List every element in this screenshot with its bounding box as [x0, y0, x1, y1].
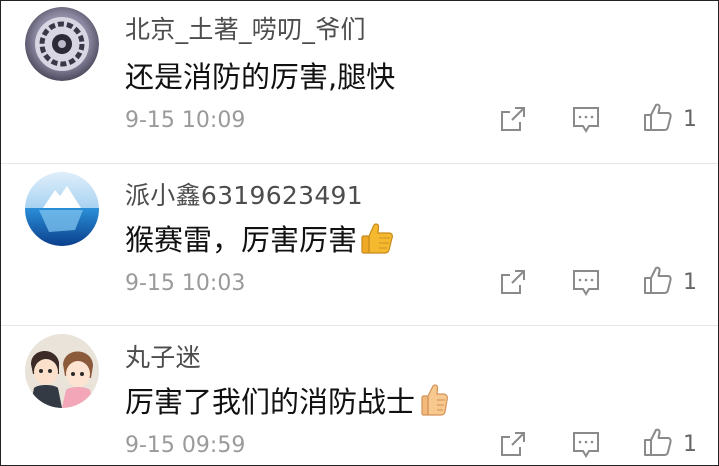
- comment-username[interactable]: 派小鑫6319623491: [125, 176, 363, 212]
- comment-text-body: 还是消防的厉害,腿快: [125, 60, 396, 94]
- comment-text-body: 猴赛雷，厉害厉害: [125, 223, 358, 257]
- comment-reply-icon: [573, 432, 599, 458]
- like-button[interactable]: [642, 264, 674, 296]
- comment-list: 北京_土著_唠叨_爷们 还是消防的厉害,腿快 9-15 10:09 1 派小鑫6…: [0, 0, 719, 466]
- cartoon-couple-avatar-icon[interactable]: [25, 334, 99, 408]
- reply-button[interactable]: [572, 268, 600, 298]
- share-icon: [501, 432, 525, 456]
- comment-username[interactable]: 北京_土著_唠叨_爷们: [125, 10, 366, 46]
- share-icon: [501, 107, 525, 131]
- like-count: 1: [683, 107, 697, 132]
- thumbs-up-icon: [644, 428, 672, 456]
- share-icon: [501, 270, 525, 294]
- comment-timestamp: 9-15 10:03: [125, 271, 246, 296]
- iceberg-avatar-icon[interactable]: [25, 172, 99, 246]
- comment-item: 派小鑫6319623491 猴赛雷，厉害厉害 9-15 10:03 1: [1, 163, 718, 326]
- gear-ring-avatar-icon[interactable]: [25, 7, 99, 81]
- thumbs-up-icon: [644, 266, 672, 294]
- comment-reply-icon: [573, 270, 599, 296]
- comment-item: 北京_土著_唠叨_爷们 还是消防的厉害,腿快 9-15 10:09 1: [1, 1, 718, 163]
- comment-text: 厉害了我们的消防战士: [125, 379, 453, 421]
- comment-text: 还是消防的厉害,腿快: [125, 54, 395, 96]
- comment-text: 猴赛雷，厉害厉害: [125, 217, 395, 259]
- like-button[interactable]: [642, 101, 674, 133]
- thumbs-up-emoji: [361, 223, 393, 254]
- comment-item: 丸子迷 厉害了我们的消防战士 9-15 09:59 1: [1, 325, 718, 465]
- comment-text-body: 厉害了我们的消防战士: [125, 385, 416, 419]
- comment-reply-icon: [573, 107, 599, 133]
- comment-timestamp: 9-15 09:59: [125, 433, 246, 458]
- like-count: 1: [683, 270, 697, 295]
- share-button[interactable]: [499, 105, 527, 133]
- like-count: 1: [683, 432, 697, 457]
- comment-timestamp: 9-15 10:09: [125, 108, 246, 133]
- comment-username[interactable]: 丸子迷: [125, 338, 201, 374]
- thumbs-up-emoji: [421, 384, 448, 416]
- share-button[interactable]: [499, 268, 527, 296]
- share-button[interactable]: [499, 430, 527, 458]
- reply-button[interactable]: [572, 105, 600, 135]
- reply-button[interactable]: [572, 430, 600, 460]
- thumbs-up-icon: [644, 103, 672, 131]
- like-button[interactable]: [642, 426, 674, 458]
